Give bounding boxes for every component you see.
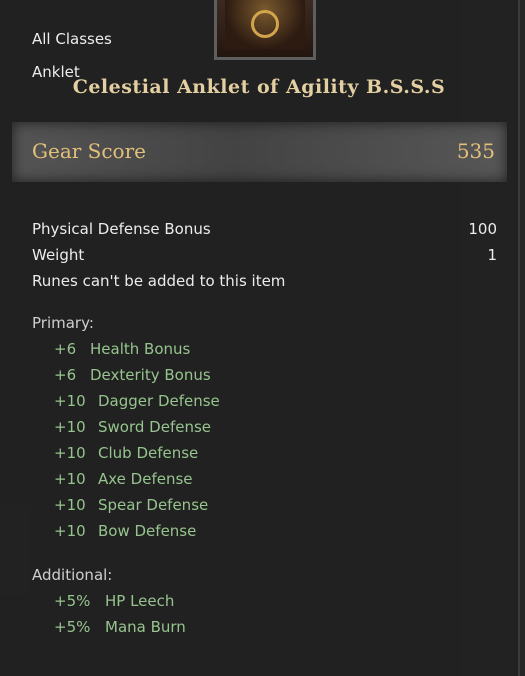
stat-amount: +10 (54, 418, 86, 436)
stat-name: Dexterity Bonus (90, 366, 211, 384)
stat-row: +10 Bow Defense (54, 522, 196, 544)
primary-header: Primary: (32, 314, 94, 332)
stat-row: +6 Health Bonus (54, 340, 190, 362)
stat-name: Mana Burn (105, 618, 186, 636)
stat-row: +10 Dagger Defense (54, 392, 220, 414)
stat-amount: +5% (54, 592, 91, 610)
stat-row: +5% HP Leech (54, 592, 174, 614)
stat-name: Axe Defense (98, 470, 193, 488)
gear-score-bar: Gear Score 535 (12, 122, 507, 182)
stat-row: +6 Dexterity Bonus (54, 366, 211, 388)
stat-row: +5% Mana Burn (54, 618, 186, 640)
stat-name: Bow Defense (98, 522, 197, 540)
rune-note: Runes can't be added to this item (32, 272, 286, 290)
stat-name: HP Leech (105, 592, 175, 610)
item-name: Celestial Anklet of Agility B.S.S.S (72, 76, 446, 98)
property-label: Weight (32, 246, 85, 264)
property-value: 100 (468, 220, 497, 238)
class-restriction: All Classes (32, 30, 112, 48)
stat-amount: +10 (54, 522, 86, 540)
stat-name: Dagger Defense (98, 392, 220, 410)
gear-score-label: Gear Score (32, 139, 146, 163)
stat-row: +10 Axe Defense (54, 470, 193, 492)
gear-score-value: 535 (456, 139, 495, 163)
item-tooltip: All Classes Anklet Celestial Anklet of A… (0, 0, 520, 676)
additional-header: Additional: (32, 566, 113, 584)
property-label: Physical Defense Bonus (32, 220, 211, 238)
stat-amount: +10 (54, 496, 86, 514)
stat-amount: +5% (54, 618, 91, 636)
stat-amount: +6 (54, 366, 77, 384)
stat-amount: +6 (54, 340, 77, 358)
stat-amount: +10 (54, 392, 86, 410)
item-icon-frame (214, 0, 316, 60)
stat-name: Club Defense (98, 444, 199, 462)
stat-name: Spear Defense (98, 496, 209, 514)
stat-name: Health Bonus (90, 340, 191, 358)
stat-row: +10 Club Defense (54, 444, 198, 466)
gem-icon (251, 10, 279, 38)
anklet-icon (225, 0, 305, 49)
property-value: 1 (487, 246, 497, 264)
stat-row: +10 Sword Defense (54, 418, 211, 440)
stat-amount: +10 (54, 444, 86, 462)
stat-amount: +10 (54, 470, 86, 488)
stat-row: +10 Spear Defense (54, 496, 208, 518)
stat-name: Sword Defense (98, 418, 211, 436)
